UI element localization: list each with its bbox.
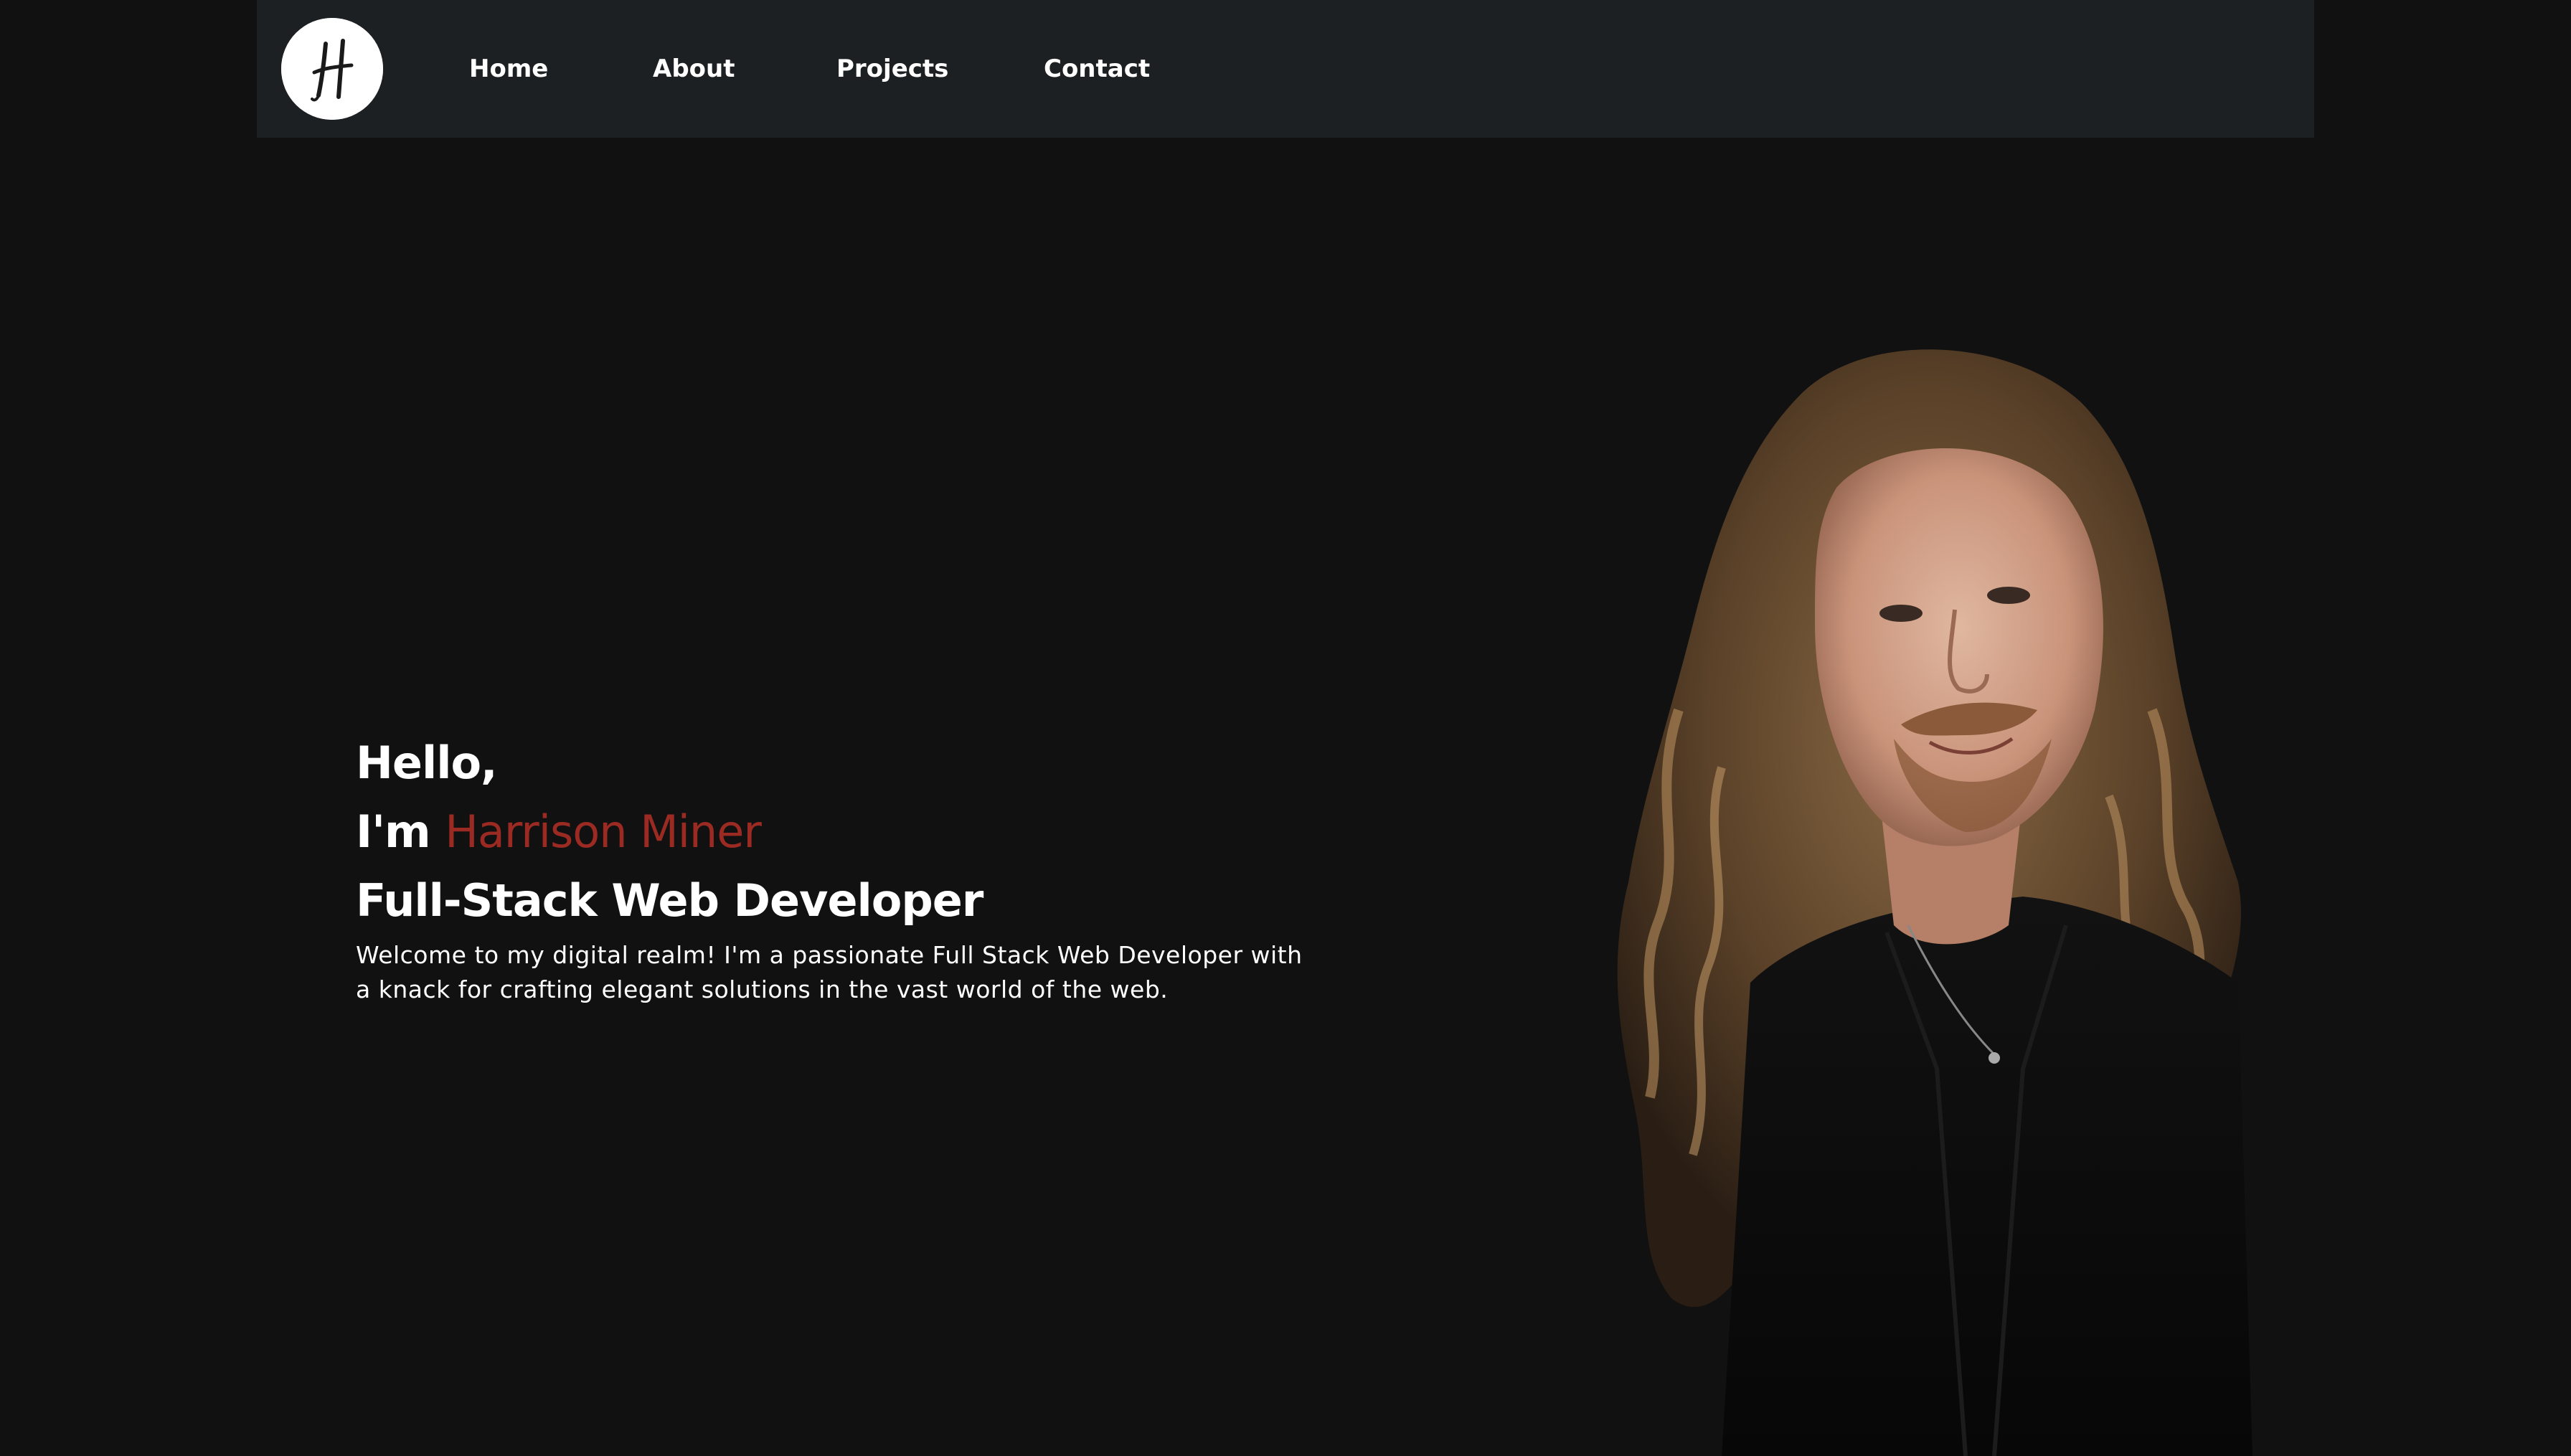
hero-greeting: Hello, [356,737,498,789]
portrait-illustration [1617,349,2252,1456]
logo-icon[interactable] [281,18,383,120]
navbar: Home About Projects Contact [257,0,2314,138]
hero-intro-line: I'm Harrison Miner [356,798,1317,866]
nav-link-contact[interactable]: Contact [1044,52,1150,86]
hero-role: Full-Stack Web Developer [356,874,983,927]
hero-welcome-text: Welcome to my digital realm! I'm a passi… [356,941,1303,1003]
nav-link-about[interactable]: About [653,52,735,86]
hero-intro-prefix: I'm [356,805,431,858]
logo-h-glyph [281,18,383,120]
nav-link-projects[interactable]: Projects [836,52,948,86]
nav-link-home[interactable]: Home [469,52,548,86]
hero-section: Hello, I'm Harrison Miner Full-Stack Web… [356,729,1317,1007]
page: Home About Projects Contact Hello, I'm H… [0,0,2571,1456]
profile-photo [1564,337,2267,1456]
hero-name: Harrison Miner [445,805,762,858]
